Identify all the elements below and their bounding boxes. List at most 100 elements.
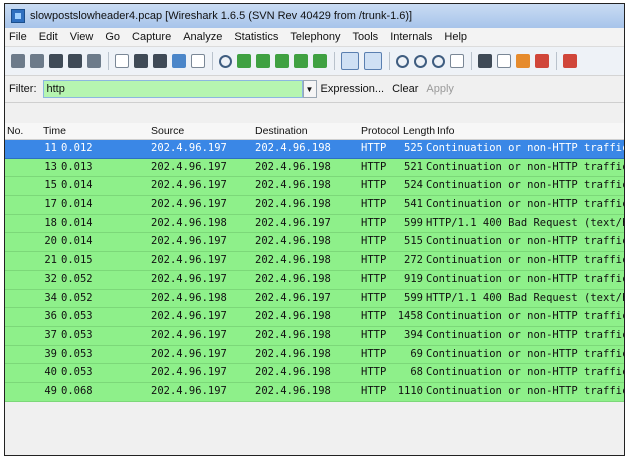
packet-source: 202.4.96.197	[151, 272, 227, 285]
menu-file[interactable]: File	[9, 31, 27, 43]
packet-row[interactable]: 39 0.053 202.4.96.197 202.4.96.198 HTTP 69 Con…	[5, 345, 624, 365]
packet-row[interactable]: 34 0.052 202.4.96.198 202.4.96.197 HTTP 599 HT…	[5, 289, 624, 309]
go-forward-icon[interactable]	[256, 54, 270, 68]
display-filters-icon[interactable]	[497, 54, 511, 68]
menu-help[interactable]: Help	[444, 31, 467, 43]
reload-icon[interactable]	[172, 54, 186, 68]
packet-row[interactable]: 13 0.013 202.4.96.197 202.4.96.198 HTTP 521 Co…	[5, 158, 624, 178]
packet-time: 0.013	[61, 160, 93, 173]
packet-number: 34	[44, 291, 57, 304]
column-header-protocol[interactable]: Protocol	[361, 125, 400, 137]
filter-label: Filter:	[9, 83, 37, 95]
column-header-time[interactable]: Time	[43, 125, 66, 137]
preferences-icon[interactable]	[535, 54, 549, 68]
menu-statistics[interactable]: Statistics	[234, 31, 278, 43]
close-file-icon[interactable]	[153, 54, 167, 68]
packet-source: 202.4.96.197	[151, 384, 227, 397]
packet-destination: 202.4.96.198	[255, 347, 331, 360]
go-to-first-icon[interactable]	[294, 54, 308, 68]
column-header-length[interactable]: Length	[403, 125, 435, 137]
help-icon[interactable]	[563, 54, 577, 68]
column-header-info[interactable]: Info	[437, 125, 455, 137]
packet-number: 49	[44, 384, 57, 397]
packet-time: 0.053	[61, 366, 93, 379]
save-file-icon[interactable]	[134, 54, 148, 68]
packet-protocol: HTTP	[361, 347, 387, 360]
packet-length: 515	[404, 235, 423, 248]
clear-button[interactable]: Clear	[392, 83, 418, 95]
packet-row[interactable]: 17 0.014 202.4.96.197 202.4.96.198 HTTP 541 Co…	[5, 196, 624, 215]
packet-row[interactable]: 32 0.052 202.4.96.197 202.4.96.198 HTTP 919 Co…	[5, 270, 624, 290]
stop-capture-icon[interactable]	[68, 54, 82, 68]
menu-telephony[interactable]: Telephony	[290, 31, 340, 43]
restart-capture-icon[interactable]	[87, 54, 101, 68]
packet-time: 0.014	[61, 216, 93, 229]
find-packet-icon[interactable]	[219, 54, 232, 68]
colorize-icon[interactable]	[341, 52, 359, 70]
packet-destination: 202.4.96.197	[255, 291, 331, 304]
menu-internals[interactable]: Internals	[390, 31, 432, 43]
go-back-icon[interactable]	[237, 54, 251, 68]
go-to-packet-icon[interactable]	[275, 54, 289, 68]
zoom-normal-icon[interactable]	[432, 54, 445, 68]
print-icon[interactable]	[191, 54, 205, 68]
packet-row[interactable]: 15 0.014 202.4.96.197 202.4.96.198 HTTP 524 Co…	[5, 177, 625, 197]
packet-number: 11	[44, 142, 57, 154]
packet-row[interactable]: 49 0.068 202.4.96.197 202.4.96.198 HTTP 1110 C…	[5, 382, 624, 402]
packet-info: HTTP/1.1 400 Bad Request (text/html)	[426, 216, 624, 229]
packet-source: 202.4.96.197	[151, 328, 227, 341]
resize-columns-icon[interactable]	[450, 54, 464, 68]
apply-button[interactable]: Apply	[426, 83, 454, 95]
packet-row[interactable]: 40 0.053 202.4.96.197 202.4.96.198 HTTP 68 Con…	[5, 364, 624, 383]
packet-row[interactable]: 18 0.014 202.4.96.198 202.4.96.197 HTTP 599 HT…	[5, 214, 624, 234]
zoom-in-icon[interactable]	[396, 54, 409, 68]
packet-row[interactable]: 37 0.053 202.4.96.197 202.4.96.198 HTTP 394 Co…	[5, 326, 624, 346]
column-header-destination[interactable]: Destination	[255, 125, 308, 137]
packet-protocol: HTTP	[361, 216, 387, 229]
packet-source: 202.4.96.197	[151, 179, 227, 192]
packet-info: Continuation or non-HTTP traffic	[426, 179, 625, 192]
filter-toolbar: Filter: ▼ Expression... Clear Apply	[5, 76, 624, 103]
packet-time: 0.015	[61, 254, 93, 267]
interfaces-icon[interactable]	[11, 54, 25, 68]
menu-view[interactable]: View	[70, 31, 94, 43]
menu-analyze[interactable]: Analyze	[183, 31, 222, 43]
packet-number: 36	[44, 310, 57, 323]
packet-protocol: HTTP	[361, 310, 387, 323]
capture-filters-icon[interactable]	[478, 54, 492, 68]
packet-info: Continuation or non-HTTP traffic	[426, 235, 625, 248]
packet-length: 1458	[397, 310, 423, 323]
packet-source: 202.4.96.198	[151, 291, 227, 304]
zoom-out-icon[interactable]	[414, 54, 427, 68]
display-filter-input[interactable]	[42, 80, 303, 98]
open-file-icon[interactable]	[115, 54, 129, 68]
packet-length: 272	[404, 254, 423, 267]
go-to-last-icon[interactable]	[313, 54, 327, 68]
packet-number: 13	[44, 160, 57, 173]
packet-destination: 202.4.96.197	[255, 216, 331, 229]
capture-options-icon[interactable]	[30, 54, 44, 68]
packet-number: 15	[44, 179, 57, 192]
packet-row[interactable]: 11 0.012 202.4.96.197 202.4.96.198 HTTP 525 Co…	[5, 140, 624, 159]
packet-destination: 202.4.96.198	[255, 198, 331, 211]
column-header-no[interactable]: No.	[7, 125, 23, 137]
menu-capture[interactable]: Capture	[132, 31, 171, 43]
packet-info: Continuation or non-HTTP traffic	[426, 142, 625, 154]
start-capture-icon[interactable]	[49, 54, 63, 68]
packet-protocol: HTTP	[361, 272, 387, 285]
packet-row[interactable]: 36 0.053 202.4.96.197 202.4.96.198 HTTP 1458 C…	[5, 308, 624, 327]
menu-bar: File Edit View Go Capture Analyze Statis…	[5, 28, 624, 47]
packet-row[interactable]: 20 0.014 202.4.96.197 202.4.96.198 HTTP 515 Co…	[5, 233, 625, 253]
autoscroll-icon[interactable]	[364, 52, 382, 70]
filter-dropdown-button[interactable]: ▼	[302, 80, 317, 98]
expression-button[interactable]: Expression...	[321, 83, 385, 95]
menu-edit[interactable]: Edit	[39, 31, 58, 43]
column-header-source[interactable]: Source	[151, 125, 184, 137]
packet-protocol: HTTP	[361, 160, 387, 173]
packet-row[interactable]: 21 0.015 202.4.96.197 202.4.96.198 HTTP 272 Co…	[5, 252, 624, 271]
packet-time: 0.068	[61, 384, 93, 397]
menu-go[interactable]: Go	[105, 31, 120, 43]
menu-tools[interactable]: Tools	[353, 31, 379, 43]
coloring-rules-icon[interactable]	[516, 54, 530, 68]
packet-source: 202.4.96.197	[151, 160, 227, 173]
